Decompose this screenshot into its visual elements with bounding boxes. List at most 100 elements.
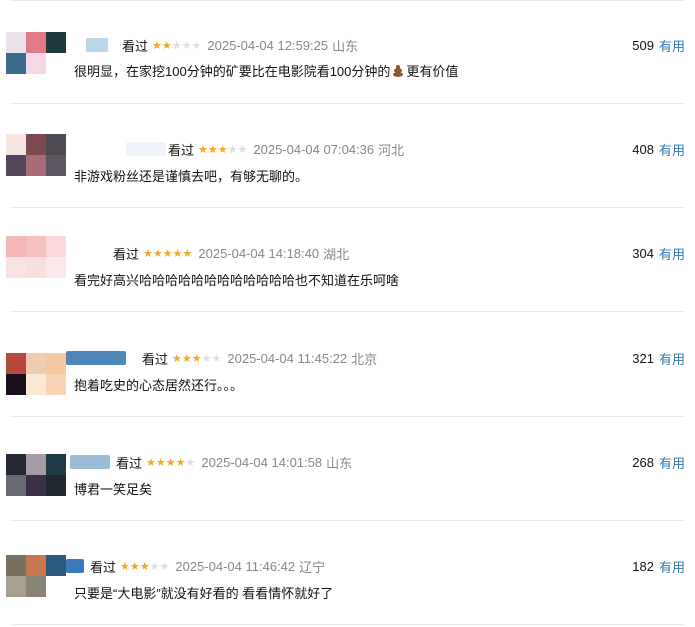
star-icon: ★ [198,142,208,156]
review-time: 2025-04-04 14:18:40 [198,245,320,261]
avatar-pixel [46,576,66,597]
review-time: 2025-04-04 14:01:58 [201,454,323,470]
avatar-pixel [46,155,66,176]
star-icon: ★ [165,455,176,469]
username-blurred[interactable] [86,38,108,52]
watch-status: 看过 [168,142,195,158]
review-text: 只要是“大电影”就没有好看的 看看情怀就好了 [74,585,334,601]
star-icon: ★ [139,559,150,573]
star-icon: ★ [129,559,140,573]
avatar-pixel [46,353,66,374]
star-icon: ★ [149,559,160,573]
divider [10,207,685,208]
review-text: 抱着吃史的心态居然还行。。。 [74,377,244,393]
review-meta: 看过 ★ ★ ★ ★ ★ 2025-04-04 11:45:22 北京 [142,349,377,367]
star-rating: ★ ★ ★ ★ ★ [172,353,221,364]
star-icon: ★ [171,38,182,52]
vote-count: 509 [632,37,654,53]
vote-count: 268 [632,454,654,470]
star-icon: ★ [237,142,248,156]
star-rating: ★ ★ ★ ★ ★ [143,248,192,259]
avatar-pixel [26,353,46,374]
watch-status: 看过 [90,559,117,575]
avatar[interactable] [6,134,66,176]
avatar[interactable] [6,236,66,278]
review-time: 2025-04-04 07:04:36 [253,141,375,157]
star-icon: ★ [172,246,183,260]
avatar-pixel [6,32,26,53]
avatar-pixel [6,555,26,576]
username-blurred[interactable] [126,142,166,156]
star-icon: ★ [211,351,222,365]
avatar-pixel [6,353,26,374]
avatar-pixel [6,236,26,257]
review-location: 辽宁 [299,559,326,575]
star-icon: ★ [181,38,192,52]
avatar-pixel [26,454,46,475]
avatar[interactable] [6,32,66,74]
avatar-pixel [46,555,66,576]
star-icon: ★ [143,246,153,260]
useful-button[interactable]: 有用 [659,557,685,576]
useful-button[interactable]: 有用 [659,453,685,472]
review-text: 很明显，在家挖100分钟的矿要比在电影院看100分钟的 [74,63,391,79]
vote-area: 408 有用 [632,140,685,158]
avatar-pixel [26,555,46,576]
username-blurred[interactable] [66,351,126,365]
avatar-pixel [6,475,26,496]
vote-area: 182 有用 [632,557,685,575]
divider [10,416,685,417]
star-icon: ★ [155,455,166,469]
star-icon: ★ [201,351,212,365]
vote-area: 509 有用 [632,36,685,54]
username-blurred[interactable] [70,455,110,469]
review-text: 博君一笑足矣 [74,481,153,497]
username-blurred[interactable] [70,246,106,260]
avatar-pixel [46,475,66,496]
useful-button[interactable]: 有用 [659,244,685,263]
review-meta: 看过 ★ ★ ★ ★ ★ 2025-04-04 14:01:58 山东 [116,453,352,471]
useful-button[interactable]: 有用 [659,36,685,55]
vote-count: 408 [632,141,654,157]
useful-button[interactable]: 有用 [659,349,685,368]
divider [10,520,685,521]
review-location: 北京 [351,351,378,367]
avatar-pixel [26,576,46,597]
poop-icon [391,64,405,77]
avatar-pixel [46,32,66,53]
avatar-pixel [46,454,66,475]
star-icon: ★ [161,38,172,52]
username-blurred[interactable] [66,559,84,573]
star-icon: ★ [217,142,228,156]
avatar-pixel [6,374,26,395]
avatar[interactable] [6,353,66,395]
useful-button[interactable]: 有用 [659,140,685,159]
avatar[interactable] [6,454,66,496]
star-icon: ★ [181,351,192,365]
review-content: 看完好高兴哈哈哈哈哈哈哈哈哈哈哈哈也不知道在乐呵啥 [74,270,399,288]
avatar-pixel [46,134,66,155]
avatar-pixel [46,257,66,278]
review-location: 山东 [332,38,359,54]
star-icon: ★ [227,142,238,156]
avatar-pixel [26,53,46,74]
star-icon: ★ [175,455,186,469]
watch-status: 看过 [122,38,149,54]
vote-count: 321 [632,350,654,366]
star-icon: ★ [120,559,130,573]
watch-status: 看过 [142,351,169,367]
avatar-pixel [6,576,26,597]
avatar-pixel [26,155,46,176]
star-icon: ★ [152,246,163,260]
review-text: 非游戏粉丝还是谨慎去吧，有够无聊的。 [74,168,309,184]
avatar-pixel [46,374,66,395]
watch-status: 看过 [113,246,140,262]
avatar[interactable] [6,555,66,597]
review-location: 湖北 [323,246,350,262]
avatar-pixel [46,236,66,257]
vote-area: 304 有用 [632,244,685,262]
star-rating: ★ ★ ★ ★ ★ [152,40,201,51]
avatar-pixel [26,257,46,278]
avatar-pixel [6,257,26,278]
avatar-pixel [26,236,46,257]
